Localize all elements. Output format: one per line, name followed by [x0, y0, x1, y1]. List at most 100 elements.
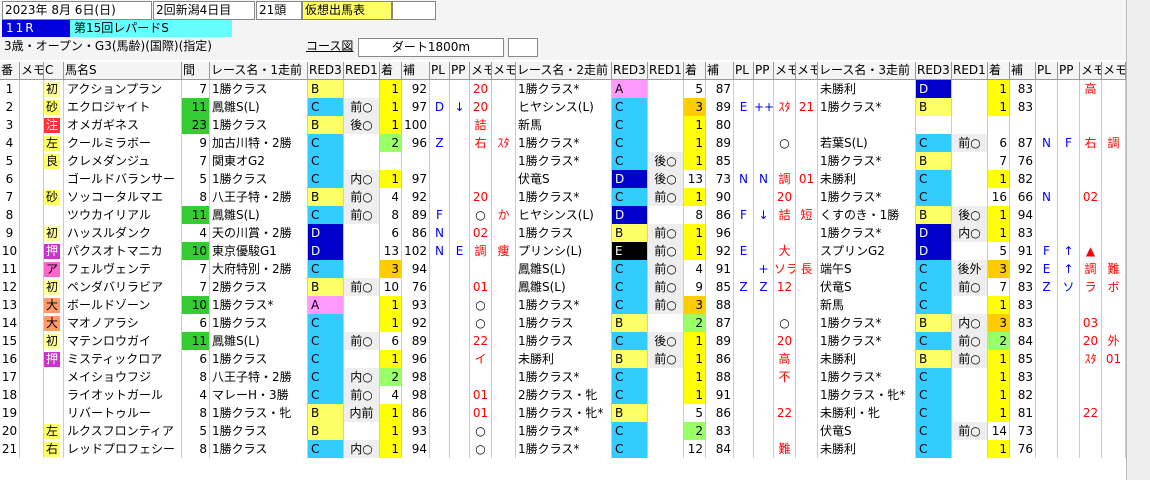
header-col-12[interactable]: メモ — [470, 62, 492, 79]
header-col-27[interactable]: 補 — [1010, 62, 1036, 79]
header-col-4[interactable]: 間 — [182, 62, 210, 79]
cell-r2-m1: ○ — [774, 314, 796, 332]
cell-r1-race: 八王子特・2勝 — [210, 188, 308, 206]
cell-r1-m2 — [492, 278, 516, 296]
cell-r1-pos: 2 — [380, 368, 402, 386]
horse-name[interactable]: マテンロウガイ — [64, 332, 182, 350]
table-row[interactable]: 21 右レッドプロフェシー 8 1勝クラス C 内○ 1 94 ○ 1勝クラス* C 12 84 難未勝利… — [0, 440, 1126, 458]
header-col-3[interactable]: 馬名S — [64, 62, 182, 79]
header-col-31[interactable]: メモ — [1102, 62, 1126, 79]
table-row[interactable]: 11 アフェルヴェンテ 7 大府特別・2勝 C 3 94 鳳雛S(L) C 前○ 4 91 + ソラ長端午… — [0, 260, 1126, 278]
table-row[interactable]: 7 砂ソッコータルマエ 8 八王子特・2勝 B 前○ 4 92 20 1勝クラス* C 前○ 1 90 20… — [0, 188, 1126, 206]
table-row[interactable]: 12 初ペンダバリラビア 7 2勝クラス B 前○ 10 76 01 鳳雛S(L) C 前○ 9 85 Z Z… — [0, 278, 1126, 296]
table-row[interactable]: 16 押ミスティックロア 6 1勝クラス C 1 96 イ未勝利 B 前○ 1 86 高未勝利 B 前○ 1 8… — [0, 350, 1126, 368]
horse-name[interactable]: フェルヴェンテ — [64, 260, 182, 278]
header-col-25[interactable]: RED1 — [952, 62, 988, 79]
horse-name[interactable]: ボールドゾーン — [64, 296, 182, 314]
table-row[interactable]: 20 左ルクスフロンティア 5 1勝クラス B 1 93 ○ 1勝クラス* C 2 83 伏竜S C 前○ 1… — [0, 422, 1126, 440]
horse-name[interactable]: アクションプラン — [64, 80, 182, 98]
horse-name[interactable]: ゴールドバランサー — [64, 170, 182, 188]
blank-field-2[interactable] — [508, 38, 538, 57]
header-col-9[interactable]: 補 — [402, 62, 430, 79]
cell-r2-pp — [754, 116, 774, 134]
table-row[interactable]: 5 良クレメダンジュ 7 関東オG2 C 1勝クラス* C 後○ 1 85 1勝クラス* B 7 76 — [0, 152, 1126, 170]
cell-r2-pl — [734, 314, 754, 332]
horse-name[interactable]: クレメダンジュ — [64, 152, 182, 170]
header-col-8[interactable]: 着 — [380, 62, 402, 79]
header-col-24[interactable]: RED3 — [916, 62, 952, 79]
header-col-6[interactable]: RED3 — [308, 62, 344, 79]
header-col-0[interactable]: 番 — [0, 62, 20, 79]
header-col-7[interactable]: RED1 — [344, 62, 380, 79]
horse-name[interactable]: ソッコータルマエ — [64, 188, 182, 206]
header-col-14[interactable]: レース名・2走前 — [516, 62, 612, 79]
horse-name[interactable]: クールミラボー — [64, 134, 182, 152]
table-row[interactable]: 19 リバートゥルー 8 1勝クラス・牝 B 内前 1 86 01 1勝クラス・牝* B 5 86 22 未… — [0, 404, 1126, 422]
header-col-21[interactable]: メモ — [774, 62, 796, 79]
header-col-5[interactable]: レース名・1走前 — [210, 62, 308, 79]
table-row[interactable]: 3 注オメガギネス 23 1勝クラス B 後○ 1 100 詰新馬 C 1 80 — [0, 116, 1126, 134]
header-col-11[interactable]: PP — [450, 62, 470, 79]
horse-name[interactable]: マオノアラシ — [64, 314, 182, 332]
header-col-10[interactable]: PL — [430, 62, 450, 79]
table-row[interactable]: 8 ツウカイリアル 11 鳳雛S(L) C 前○ 8 89 F ○ かヒヤシンス(L) D 8 86 F ↓ 詰… — [0, 206, 1126, 224]
horse-name[interactable]: ツウカイリアル — [64, 206, 182, 224]
header-col-22[interactable]: メモ — [796, 62, 818, 79]
header-col-13[interactable]: メモ — [492, 62, 516, 79]
horse-name[interactable]: ペンダバリラビア — [64, 278, 182, 296]
cell-r2-red1 — [648, 386, 684, 404]
horse-name[interactable]: オメガギネス — [64, 116, 182, 134]
table-row[interactable]: 15 初マテンロウガイ 11 鳳雛S(L) C 前○ 6 89 22 1勝クラス C 後○ 1 89 20 1… — [0, 332, 1126, 350]
cell-r3-m2 — [1102, 188, 1126, 206]
table-row[interactable]: 4 左クールミラボー 9 加古川特・2勝 C 2 96 Z 右ｽﾀ 1勝クラス* C 1 89 ○ 若葉S(… — [0, 134, 1126, 152]
header-col-23[interactable]: レース名・3走前 — [818, 62, 916, 79]
horse-name[interactable]: リバートゥルー — [64, 404, 182, 422]
horse-name[interactable]: レッドプロフェシー — [64, 440, 182, 458]
horse-name[interactable]: メイショウフジ — [64, 368, 182, 386]
table-row[interactable]: 13 大ボールドゾーン 10 1勝クラス* A 1 93 ○ 1勝クラス* C 前○ 3 88 新馬 C 1 8… — [0, 296, 1126, 314]
table-row[interactable]: 2 砂エクロジャイト 11 鳳雛S(L) C 前○ 1 97 D ↓ 20 ヒヤシンス(L) C 3 89 E… — [0, 98, 1126, 116]
horse-name[interactable]: ミスティックロア — [64, 350, 182, 368]
header-col-19[interactable]: PL — [734, 62, 754, 79]
cell-r3-m1: ▲ — [1080, 242, 1102, 260]
cell-r3-race: 端午S — [818, 260, 916, 278]
cell-r2-race: 1勝クラス — [516, 224, 612, 242]
horse-name[interactable]: ルクスフロンティア — [64, 422, 182, 440]
cell-r1-pl — [430, 440, 450, 458]
cell-r3-race: 未勝利 — [818, 440, 916, 458]
horse-name[interactable]: エクロジャイト — [64, 98, 182, 116]
table-row[interactable]: 9 初ハッスルダンク 4 天の川賞・2勝 D 6 86 N 02 1勝クラス B 前○ 1 96 1勝クラス… — [0, 224, 1126, 242]
table-row[interactable]: 1 初アクションプラン 7 1勝クラス B 1 92 20 1勝クラス* A 5 87 未勝利 D 1 83 高 — [0, 80, 1126, 98]
horse-name[interactable]: パクスオトマニカ — [64, 242, 182, 260]
header-col-28[interactable]: PL — [1036, 62, 1058, 79]
table-row[interactable]: 14 大マオノアラシ 6 1勝クラス C 1 92 ○ 1勝クラス B 2 87 ○ 1勝クラス* B 内○ 3… — [0, 314, 1126, 332]
header-col-1[interactable]: メモ — [20, 62, 44, 79]
horse-name[interactable]: ライオットガール — [64, 386, 182, 404]
cell-r1-pl: F — [430, 206, 450, 224]
cell-r1-m2 — [492, 440, 516, 458]
header-col-29[interactable]: PP — [1058, 62, 1080, 79]
table-row[interactable]: 10 押パクスオトマニカ 10 東京優駿G1 D 13 102 N E 調痩プリンシ(L) E 前○ 1… — [0, 242, 1126, 260]
header-col-17[interactable]: 着 — [684, 62, 706, 79]
header-col-16[interactable]: RED1 — [648, 62, 684, 79]
table-header: 番メモC馬名S間レース名・1走前RED3RED1着補PLPPメモメモレース名・2… — [0, 62, 1150, 80]
horse-tag-icon: 初 — [44, 82, 61, 97]
cell-r1-red1 — [344, 224, 380, 242]
horse-name[interactable]: ハッスルダンク — [64, 224, 182, 242]
cell-r3-pl — [1036, 98, 1058, 116]
header-col-15[interactable]: RED3 — [612, 62, 648, 79]
header-col-2[interactable]: C — [44, 62, 64, 79]
header-col-26[interactable]: 着 — [988, 62, 1010, 79]
header-col-18[interactable]: 補 — [706, 62, 734, 79]
form-type-label[interactable]: 仮想出馬表 — [302, 1, 392, 20]
header-col-20[interactable]: PP — [754, 62, 774, 79]
table-row[interactable]: 6 ゴールドバランサー 5 1勝クラス C 内○ 1 97 伏竜S D 後○ 13 73 N N 調 01 未勝利… — [0, 170, 1126, 188]
blank-field[interactable] — [392, 1, 436, 20]
course-map-link[interactable]: コース図 — [306, 38, 356, 55]
header-col-30[interactable]: メモ — [1080, 62, 1102, 79]
cell-r2-hosei: 90 — [706, 188, 734, 206]
table-row[interactable]: 17 メイショウフジ 8 八王子特・2勝 C 内○ 2 98 1勝クラス* C 1 88 不 1勝クラス*… — [0, 368, 1126, 386]
vertical-scrollbar[interactable] — [1126, 0, 1150, 480]
cell-r2-red1 — [648, 404, 684, 422]
table-row[interactable]: 18 ライオットガール 4 マレーH・3勝 C 前○ 4 98 01 2勝クラス・牝 C 1 91 1勝ク… — [0, 386, 1126, 404]
